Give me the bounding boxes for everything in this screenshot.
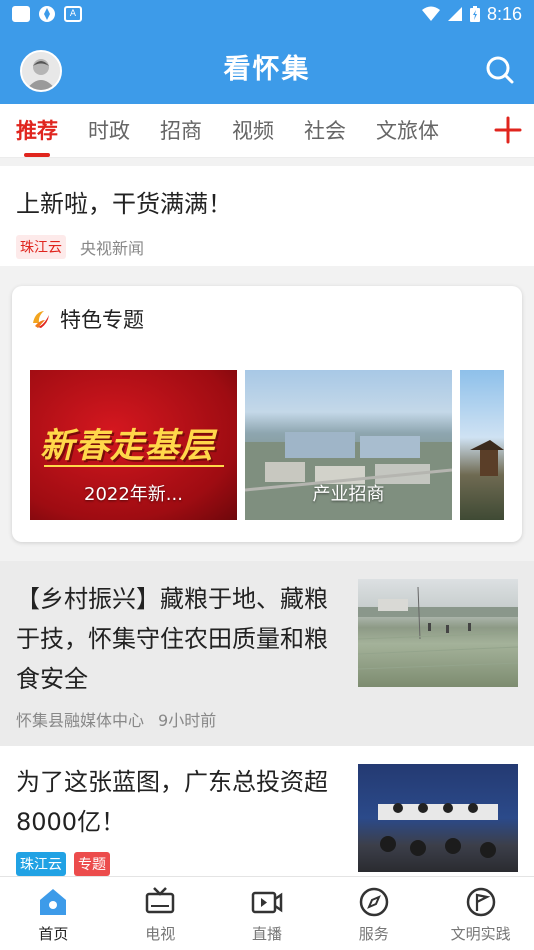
tab-society[interactable]: 社会 xyxy=(304,104,346,158)
clock: 8:16 xyxy=(486,3,522,24)
compass-icon xyxy=(359,887,389,917)
news-item[interactable]: 【乡村振兴】藏粮于地、藏粮于技，怀集守住农田质量和粮食安全 怀集县融媒体中心 9… xyxy=(0,561,534,746)
nav-label: 电视 xyxy=(145,925,176,943)
news-title: 【乡村振兴】藏粮于地、藏粮于技，怀集守住农田质量和粮食安全 xyxy=(16,585,328,693)
nav-label: 文明实践 xyxy=(450,925,511,943)
banner-underline xyxy=(44,465,224,467)
pavilion-image xyxy=(470,440,504,476)
tab-investment[interactable]: 招商 xyxy=(160,104,202,158)
topic-logo-icon xyxy=(33,311,49,328)
tab-video[interactable]: 视频 xyxy=(232,104,274,158)
plus-icon[interactable] xyxy=(492,114,524,146)
app-title: 看怀集 xyxy=(223,53,311,85)
nav-home[interactable]: 首页 xyxy=(0,877,107,950)
topic-tag: 专题 xyxy=(74,852,110,876)
tab-recommend[interactable]: 推荐 xyxy=(16,104,58,158)
a-icon: A xyxy=(64,6,82,22)
user-avatar[interactable] xyxy=(20,50,62,92)
tv-icon xyxy=(145,887,175,914)
nav-label: 服务 xyxy=(358,925,389,943)
topic-caption: 产业招商 xyxy=(312,484,385,505)
news-source: 怀集县融媒体中心 xyxy=(16,711,145,730)
featured-topics-card: 特色专题 新春走基层 2022年新... 产业招商 xyxy=(12,286,522,542)
topic-caption: 2022年新... xyxy=(84,484,183,505)
nav-label: 首页 xyxy=(38,925,69,943)
news-title: 上新啦，干货满满！ xyxy=(16,190,232,218)
home-icon xyxy=(40,889,67,915)
app-header: 看怀集 xyxy=(0,28,534,104)
nav-label: 直播 xyxy=(251,925,282,943)
bottom-nav: 首页 电视 直播 服务 文明实践 xyxy=(0,876,534,950)
channel-tabs: 推荐 时政 招商 视频 社会 文旅体 xyxy=(0,104,534,158)
nav-civilization-practice[interactable]: 文明实践 xyxy=(427,877,534,950)
nav-services[interactable]: 服务 xyxy=(320,877,427,950)
news-title: 为了这张蓝图，广东总投资超8000亿！ xyxy=(16,768,328,836)
wheel-icon xyxy=(39,6,55,22)
source-tag: 珠江云 xyxy=(16,852,66,876)
status-bar: A 8:16 xyxy=(0,0,534,28)
topic-carousel[interactable]: 新春走基层 2022年新... 产业招商 xyxy=(30,370,504,520)
news-source: 央视新闻 xyxy=(80,239,145,258)
flag-circle-icon xyxy=(466,887,495,917)
topic-tile[interactable]: 产业招商 xyxy=(245,370,452,520)
wifi-icon xyxy=(421,6,440,21)
news-thumbnail xyxy=(358,579,518,687)
news-item[interactable]: 上新啦，干货满满！ 珠江云 央视新闻 xyxy=(0,166,534,266)
search-icon[interactable] xyxy=(484,54,516,86)
topic-tile[interactable] xyxy=(460,370,504,520)
battery-icon xyxy=(469,6,480,22)
topic-tile[interactable]: 新春走基层 2022年新... xyxy=(30,370,237,520)
news-time: 9小时前 xyxy=(158,711,217,730)
tab-culture-tourism-sports[interactable]: 文旅体 xyxy=(376,104,439,158)
news-thumbnail xyxy=(358,764,518,872)
nav-live[interactable]: 直播 xyxy=(214,877,321,950)
signal-icon xyxy=(447,7,462,21)
news-item[interactable]: 为了这张蓝图，广东总投资超8000亿！ 珠江云 专题 xyxy=(0,746,534,876)
banner-text: 新春走基层 xyxy=(40,426,215,466)
live-video-icon xyxy=(251,891,283,914)
square-icon xyxy=(12,6,30,22)
source-tag: 珠江云 xyxy=(16,235,66,259)
topic-section-title: 特色专题 xyxy=(60,308,144,332)
tab-politics[interactable]: 时政 xyxy=(88,104,130,158)
nav-tv[interactable]: 电视 xyxy=(107,877,214,950)
